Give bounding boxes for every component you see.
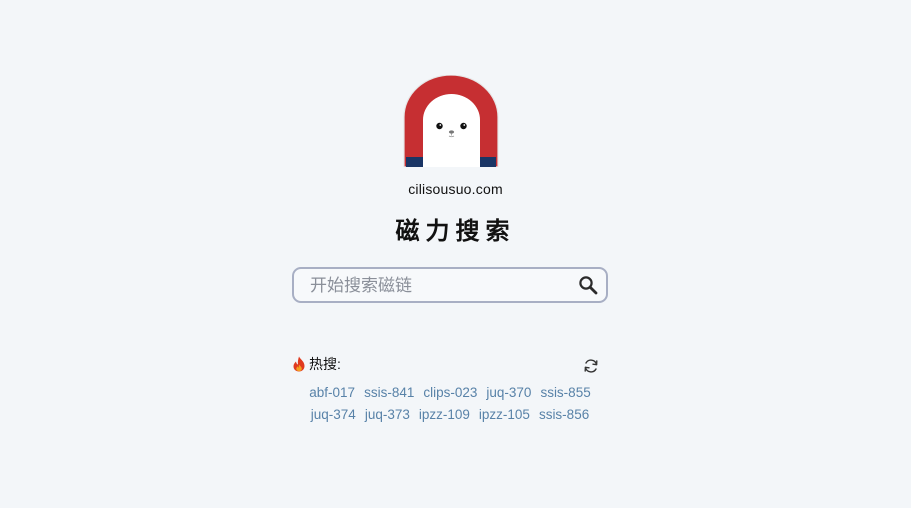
- site-domain: cilisousuo.com: [408, 181, 503, 197]
- hot-search-tag[interactable]: juq-374: [311, 406, 356, 428]
- hot-search-tag[interactable]: ssis-855: [540, 384, 590, 406]
- magnet-seal-logo: [403, 75, 499, 167]
- hot-search-row: abf-017 ssis-841 clips-023 juq-370 ssis-…: [292, 384, 608, 406]
- search-box: [292, 267, 608, 303]
- hot-search-tag[interactable]: juq-373: [365, 406, 410, 428]
- hot-search-tag[interactable]: juq-370: [486, 384, 531, 406]
- hot-search-tag[interactable]: abf-017: [309, 384, 355, 406]
- refresh-icon[interactable]: [583, 358, 599, 374]
- hot-search-tag[interactable]: ssis-841: [364, 384, 414, 406]
- hot-search-label: 热搜:: [309, 356, 341, 372]
- search-icon[interactable]: [578, 275, 598, 295]
- hot-search-tag[interactable]: ssis-856: [539, 406, 589, 428]
- page-title: 磁力搜索: [395, 218, 516, 245]
- hot-search-tag[interactable]: ipzz-105: [479, 406, 530, 428]
- fire-icon: [293, 356, 305, 372]
- hot-search-tag[interactable]: clips-023: [423, 384, 477, 406]
- hot-search-tag[interactable]: ipzz-109: [419, 406, 470, 428]
- page: cilisousuo.com 磁力搜索 热搜: abf-017 ssis-841…: [0, 0, 911, 508]
- hot-search-row: juq-374 juq-373 ipzz-109 ipzz-105 ssis-8…: [292, 406, 608, 428]
- search-input[interactable]: [310, 269, 570, 303]
- hot-search-list: abf-017 ssis-841 clips-023 juq-370 ssis-…: [292, 384, 608, 428]
- hot-search-header: 热搜:: [292, 355, 341, 373]
